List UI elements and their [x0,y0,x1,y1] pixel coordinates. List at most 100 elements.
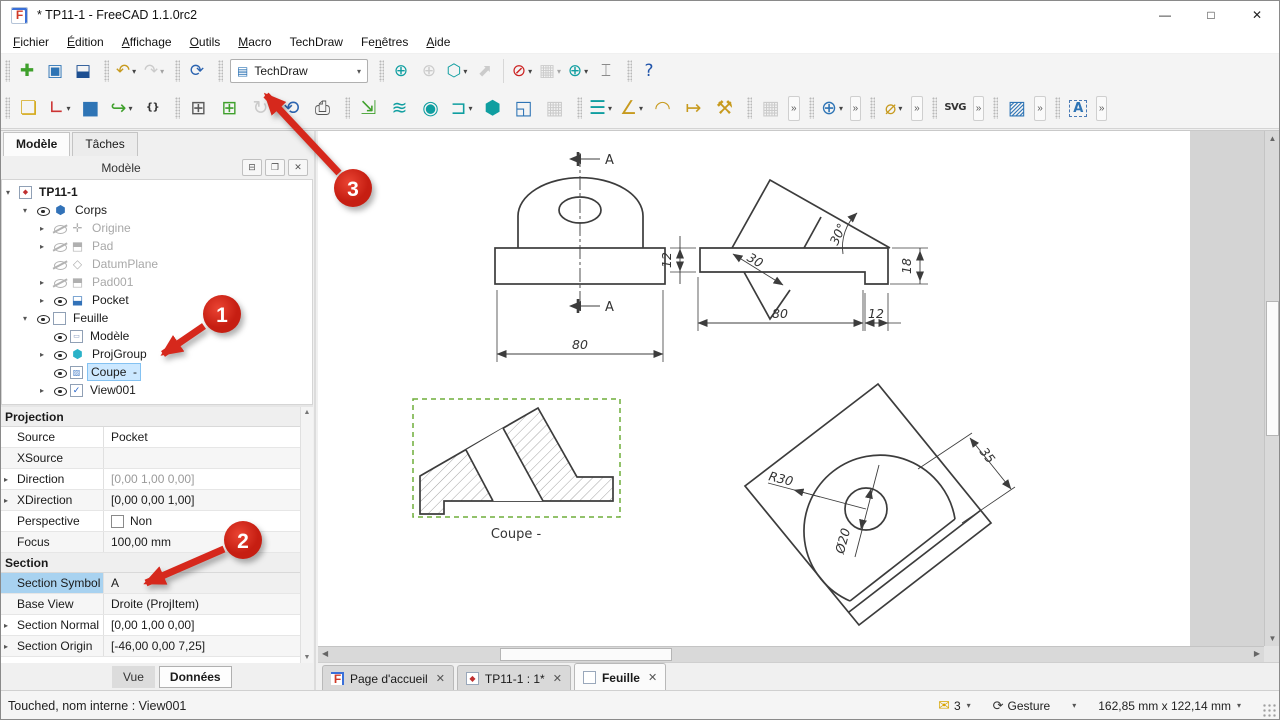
coupe-label[interactable]: Coupe - [491,527,542,542]
front-view[interactable] [495,152,665,362]
expander-icon[interactable]: ▸ [4,475,8,484]
vertical-scrollbar[interactable]: ▲ ▼ [1264,131,1280,646]
tab-drawing-sheet[interactable]: Feuille ✕ [574,663,666,691]
visibility-open-eye-icon[interactable] [53,347,68,361]
dimension-extent-button[interactable]: ↦ [678,92,709,124]
toolbar-overflow-button[interactable]: » [973,96,985,121]
visibility-open-eye-icon[interactable] [53,329,68,343]
notification-area[interactable]: ✉ 3 ▾ [938,697,970,714]
close-tab-icon[interactable]: ✕ [648,671,657,684]
section-view-coupe[interactable] [413,399,620,517]
tab-model[interactable]: Modèle [3,132,70,156]
dim-aux-35[interactable]: 35 [977,444,999,466]
property-value[interactable]: [-46,00 0,00 7,25] [104,636,313,656]
axonometric-view-button[interactable]: ⬡▾ [443,57,471,85]
expander-icon[interactable]: ▾ [6,188,19,197]
balloon-position-button[interactable]: ⊕▾ [817,92,848,124]
undo-button[interactable]: ↶▾ [112,57,140,85]
scroll-left-icon[interactable]: ◀ [322,649,328,658]
horizontal-scroll-thumb[interactable] [500,648,672,661]
tree-item-projgroup[interactable]: ▸⬢ProjGroup [2,345,312,363]
dim-front-80[interactable]: 80 [572,337,588,352]
clip-group-button[interactable]: ◱ [508,92,539,124]
scroll-up-icon[interactable]: ▲ [301,409,313,416]
property-value[interactable] [104,448,313,468]
sync-view-button[interactable]: ⬈ [471,57,499,85]
insert-page-template-button[interactable]: ⊞ [214,92,245,124]
minimize-button[interactable]: — [1142,0,1188,30]
expander-icon[interactable]: ▸ [40,386,53,395]
tree-item-origine[interactable]: ▸✛Origine [2,219,312,237]
insert-view-button[interactable]: ⇲ [353,92,384,124]
tree-item-pocket[interactable]: ▸⬓Pocket [2,291,312,309]
property-row-base-view[interactable]: Base ViewDroite (ProjItem) [1,594,313,615]
scroll-down-icon[interactable]: ▼ [1265,634,1280,643]
float-panel-icon[interactable]: ❐ [265,159,285,176]
redo-button[interactable]: ↷▾ [140,57,168,85]
view-tab-button[interactable]: Vue [112,666,155,688]
fit-all-button[interactable]: ⊕ [387,57,415,85]
expander-icon[interactable]: ▾ [23,206,36,215]
property-value[interactable]: Non [104,511,313,531]
visibility-closed-eye-icon[interactable] [53,221,68,235]
expander-icon[interactable]: ▾ [23,314,36,323]
menu-dition[interactable]: Édition [58,32,113,52]
open-file-button[interactable]: ▣ [41,57,69,85]
export-svg-button[interactable]: SVG [940,92,971,124]
menu-affichage[interactable]: Affichage [113,32,181,52]
insert-page-default-button[interactable]: ⊞ [183,92,214,124]
maximize-button[interactable]: □ [1188,0,1234,30]
dock-panel-icon[interactable]: ⊟ [242,159,262,176]
dim-side-18[interactable]: 18 [899,258,914,274]
tree-item-mod-le[interactable]: ▭Modèle [2,327,312,345]
measure-button[interactable]: ⌶ [592,57,620,85]
print-button[interactable]: ⎙ [307,92,338,124]
close-button[interactable]: ✕ [1234,0,1280,30]
close-tab-icon[interactable]: ✕ [553,672,562,685]
redraw-page-button[interactable]: ↻ [245,92,276,124]
dim-aux-d20[interactable]: Ø20 [832,526,853,556]
property-row-direction[interactable]: ▸Direction[0,00 1,00 0,00] [1,469,313,490]
save-button[interactable]: ⬓ [69,57,97,85]
zoom-tools-button[interactable]: ⊕▾ [564,57,592,85]
property-row-section-normal[interactable]: ▸Section Normal[0,00 1,00 0,00] [1,615,313,636]
dimension-diameter-button[interactable]: ⌀▾ [878,92,909,124]
scroll-down-icon[interactable]: ▼ [301,654,313,661]
tree-item-pad[interactable]: ▸⬒Pad [2,237,312,255]
tab-tasks[interactable]: Tâches [72,132,137,156]
bounding-box-button[interactable]: ▦▾ [536,57,564,85]
menu-aide[interactable]: Aide [417,32,459,52]
repair-dimensions-button[interactable]: ⚒ [709,92,740,124]
dim-side-12b[interactable]: 12 [868,306,884,321]
expander-icon[interactable]: ▸ [40,278,53,287]
visibility-open-eye-icon[interactable] [53,383,68,397]
resize-grip[interactable] [1263,704,1277,718]
insert-image-button[interactable]: ▦ [539,92,570,124]
property-value[interactable]: Pocket [104,427,313,447]
drawing-sheet[interactable]: A A 80 [318,131,1190,646]
property-value[interactable]: [0,00 1,00 0,00] [104,615,313,635]
toolbar-overflow-button[interactable]: » [850,96,862,121]
tree-item-datumplane[interactable]: ◇DatumPlane [2,255,312,273]
property-value[interactable]: [0,00 1,00 0,00] [104,469,313,489]
property-row-section-origin[interactable]: ▸Section Origin[-46,00 0,00 7,25] [1,636,313,657]
side-view[interactable] [670,180,928,331]
active-view-button[interactable]: ◉ [415,92,446,124]
menu-macro[interactable]: Macro [229,32,280,52]
tree-item-feuille[interactable]: ▾Feuille [2,309,312,327]
expression-editor-button[interactable]: {} [137,92,168,124]
tab-start-page[interactable]: F Page d'accueil ✕ [322,665,454,691]
new-group-button[interactable]: ■ [75,92,106,124]
tree-item-view001[interactable]: ▸✓View001 [2,381,312,399]
project-shape-button[interactable]: ≋ [384,92,415,124]
refresh-button[interactable]: ⟳ [183,57,211,85]
section-view-button[interactable]: ⊐▾ [446,92,477,124]
property-row-xdirection[interactable]: ▸XDirection[0,00 0,00 1,00] [1,490,313,511]
new-document-button[interactable]: ✚ [13,57,41,85]
property-value[interactable]: A [104,573,313,593]
dim-side-30deg[interactable]: 30° [826,221,849,247]
fit-selection-button[interactable]: ⊕ [415,57,443,85]
property-value[interactable]: Droite (ProjItem) [104,594,313,614]
complex-section-button[interactable]: ⬢ [477,92,508,124]
update-page-button[interactable]: ⟲ [276,92,307,124]
